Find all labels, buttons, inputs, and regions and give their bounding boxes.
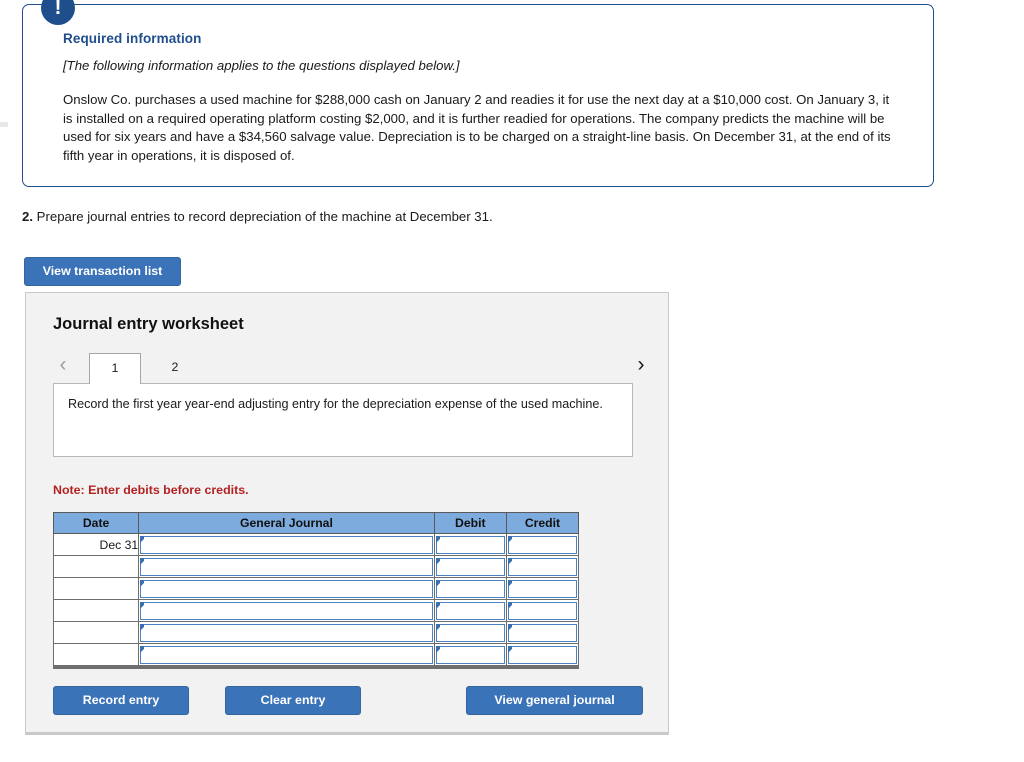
journal-entry-table: Date General Journal Debit Credit Dec 31 [52, 512, 580, 666]
account-dropdown-field[interactable] [140, 623, 433, 642]
credit-input-field[interactable] [507, 535, 577, 554]
cell-debit[interactable] [433, 621, 507, 644]
debit-input-field[interactable] [435, 579, 505, 598]
question-text: Prepare journal entries to record deprec… [36, 209, 493, 224]
clear-entry-button[interactable]: Clear entry [225, 686, 361, 715]
cell-debit[interactable] [433, 555, 507, 578]
cell-date[interactable] [52, 555, 140, 578]
table-row [52, 643, 580, 666]
debit-input-field[interactable] [435, 557, 505, 576]
table-row [52, 599, 580, 622]
record-entry-button[interactable]: Record entry [53, 686, 189, 715]
credit-input-field[interactable] [507, 601, 577, 620]
account-dropdown-field[interactable] [140, 557, 433, 576]
cell-credit[interactable] [505, 599, 580, 622]
debits-before-credits-note: Note: Enter debits before credits. [53, 483, 249, 497]
table-row [52, 621, 580, 644]
account-dropdown-field[interactable] [140, 535, 433, 554]
debit-input-field[interactable] [435, 535, 505, 554]
column-header-date: Date [52, 512, 140, 534]
worksheet-title: Journal entry worksheet [53, 315, 244, 333]
view-transaction-list-button[interactable]: View transaction list [24, 257, 181, 286]
account-dropdown-field[interactable] [140, 645, 433, 664]
journal-entry-table-wrapper: Date General Journal Debit Credit Dec 31 [52, 512, 580, 669]
journal-entry-worksheet-panel: Journal entry worksheet ‹ 1 2 › Record t… [25, 292, 669, 735]
required-information-callout: ! Required information [The following in… [22, 0, 934, 187]
cell-date[interactable]: Dec 31 [52, 533, 140, 556]
credit-input-field[interactable] [507, 623, 577, 642]
cell-debit[interactable] [433, 643, 507, 666]
cell-credit[interactable] [505, 577, 580, 600]
question-number: 2. [22, 209, 33, 224]
table-bottom-rule [53, 666, 579, 669]
view-general-journal-button[interactable]: View general journal [466, 686, 643, 715]
cell-credit[interactable] [505, 643, 580, 666]
cell-credit[interactable] [505, 555, 580, 578]
worksheet-tab-2[interactable]: 2 [149, 353, 201, 384]
column-header-credit: Credit [505, 512, 580, 534]
chevron-right-icon[interactable]: › [631, 351, 651, 381]
table-body: Dec 31 [52, 533, 580, 666]
table-row [52, 577, 580, 600]
cell-debit[interactable] [433, 533, 507, 556]
cell-date[interactable] [52, 577, 140, 600]
debit-input-field[interactable] [435, 601, 505, 620]
page-edge-artifact [0, 122, 8, 127]
cell-general-journal[interactable] [138, 577, 435, 600]
table-row [52, 555, 580, 578]
column-header-debit: Debit [433, 512, 507, 534]
required-information-title: Required information [63, 31, 202, 46]
credit-input-field[interactable] [507, 579, 577, 598]
account-dropdown-field[interactable] [140, 579, 433, 598]
cell-debit[interactable] [433, 577, 507, 600]
table-header-row: Date General Journal Debit Credit [52, 512, 580, 534]
credit-input-field[interactable] [507, 645, 577, 664]
worksheet-tab-strip: ‹ 1 2 › [53, 351, 645, 384]
cell-date[interactable] [52, 599, 140, 622]
cell-general-journal[interactable] [138, 533, 435, 556]
chevron-left-icon[interactable]: ‹ [53, 351, 73, 381]
credit-input-field[interactable] [507, 557, 577, 576]
required-information-subtitle: [The following information applies to th… [63, 58, 460, 73]
question-prompt: 2. Prepare journal entries to record dep… [22, 209, 493, 224]
cell-general-journal[interactable] [138, 643, 435, 666]
debit-input-field[interactable] [435, 623, 505, 642]
worksheet-instruction-box: Record the first year year-end adjusting… [53, 383, 633, 457]
cell-date[interactable] [52, 643, 140, 666]
account-dropdown-field[interactable] [140, 601, 433, 620]
cell-debit[interactable] [433, 599, 507, 622]
worksheet-tab-1[interactable]: 1 [89, 353, 141, 384]
table-row: Dec 31 [52, 533, 580, 556]
cell-credit[interactable] [505, 621, 580, 644]
required-information-body: Onslow Co. purchases a used machine for … [63, 92, 891, 164]
cell-general-journal[interactable] [138, 599, 435, 622]
cell-general-journal[interactable] [138, 621, 435, 644]
cell-credit[interactable] [505, 533, 580, 556]
debit-input-field[interactable] [435, 645, 505, 664]
cell-general-journal[interactable] [138, 555, 435, 578]
cell-date[interactable] [52, 621, 140, 644]
column-header-general-journal: General Journal [138, 512, 435, 534]
